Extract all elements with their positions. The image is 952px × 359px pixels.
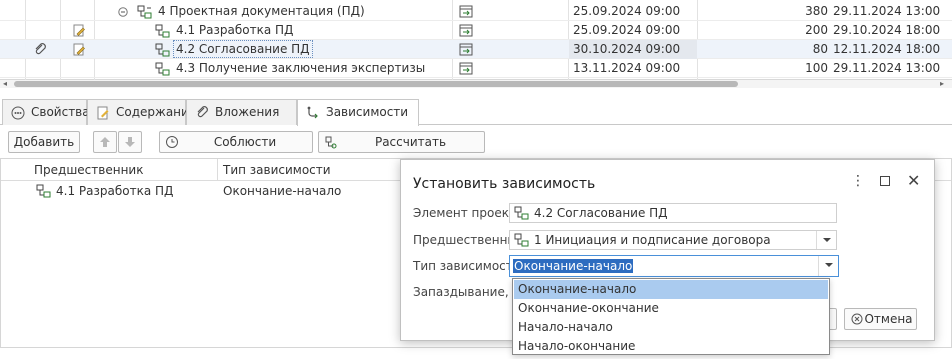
task-tree-icon	[36, 184, 51, 198]
dropdown-option[interactable]: Начало-начало	[514, 318, 828, 337]
clock-refresh-icon	[166, 136, 178, 148]
scroll-left-icon[interactable]: ◂	[3, 80, 7, 88]
tab-properties[interactable]: Свойства	[2, 99, 90, 125]
edit-note-icon	[97, 106, 109, 120]
task-tree-icon	[154, 21, 172, 40]
task-tree-icon	[136, 2, 154, 21]
dependency-type-label: Тип зависимости:	[413, 259, 525, 273]
task-start: 30.10.2024 09:00	[569, 40, 697, 59]
more-options-icon[interactable]: ⋮	[851, 173, 865, 189]
predecessor-select[interactable]: 1 Инициация и подписание договора	[509, 230, 837, 250]
chevron-down-icon[interactable]	[818, 256, 838, 276]
tab-label: Содержание	[116, 105, 197, 119]
task-tree-icon	[154, 59, 172, 78]
close-icon[interactable]: ✕	[907, 171, 920, 190]
task-tree-icon	[514, 233, 529, 247]
dependency-type-dropdown[interactable]: Окончание-начало Окончание-окончание Нач…	[512, 278, 830, 355]
table-row[interactable]: 4.3 Получение заключения экспертизы 13.1…	[0, 59, 952, 78]
calendar-icon	[458, 2, 474, 21]
task-name: 4.3 Получение заключения экспертизы	[176, 61, 426, 75]
task-tree-icon	[154, 40, 172, 59]
chevron-down-icon[interactable]	[816, 231, 836, 249]
comply-dependency-button[interactable]: Соблюсти зависимость	[159, 131, 313, 169]
tab-bar: Свойства Содержание Вложения (12) Зависи…	[0, 99, 952, 144]
element-value: 4.2 Согласование ПД	[534, 206, 668, 220]
column-header-dependency-type[interactable]: Тип зависимости	[223, 163, 331, 177]
tab-label: Свойства	[31, 105, 90, 119]
task-duration: 100	[805, 61, 828, 75]
dependency-icon	[307, 106, 318, 119]
cancel-button[interactable]: Отмена	[844, 308, 917, 330]
task-duration: 80	[812, 42, 828, 56]
task-end: 29.11.2024 13:00	[833, 61, 941, 75]
tab-attachments[interactable]: Вложения (12)	[186, 99, 297, 144]
move-down-button[interactable]	[118, 131, 142, 153]
calculate-lag-button[interactable]: Рассчитать запаздывание	[318, 131, 485, 169]
task-start: 25.09.2024 09:00	[573, 23, 681, 37]
task-start: 25.09.2024 09:00	[573, 4, 681, 18]
tab-dependencies[interactable]: Зависимости (1)	[297, 99, 419, 144]
task-end: 29.11.2024 13:00	[833, 4, 941, 18]
cancel-icon	[851, 313, 863, 325]
maximize-icon[interactable]	[880, 176, 890, 186]
predecessor-cell: 4.1 Разработка ПД	[56, 184, 174, 198]
dropdown-option[interactable]: Окончание-начало	[514, 280, 828, 299]
calendar-icon	[458, 40, 474, 59]
move-up-button[interactable]	[93, 131, 117, 153]
task-start: 13.11.2024 09:00	[573, 61, 681, 75]
cancel-label: Отмена	[864, 312, 913, 326]
task-tree-icon	[514, 206, 529, 220]
task-end: 12.11.2024 18:00	[833, 42, 941, 56]
add-button[interactable]: Добавить	[8, 131, 80, 153]
scrollbar-thumb[interactable]	[14, 81, 738, 87]
collapse-icon[interactable]	[118, 2, 128, 21]
dependency-type-cell: Окончание-начало	[223, 184, 342, 198]
calendar-icon	[458, 59, 474, 78]
task-name: 4.2 Согласование ПД	[173, 40, 313, 58]
dialog-title: Установить зависимость	[413, 176, 596, 192]
dependency-type-value: Окончание-начало	[513, 259, 634, 273]
dependency-type-select[interactable]: Окончание-начало	[509, 255, 839, 277]
arrow-down-icon	[125, 137, 135, 147]
lag-label: Запаздывание, ч:	[413, 285, 524, 299]
element-field: 4.2 Согласование ПД	[509, 203, 837, 223]
scroll-right-icon[interactable]: ▸	[940, 80, 944, 88]
calendar-icon	[458, 21, 474, 40]
horizontal-scrollbar[interactable]: ◂ ▸	[0, 80, 952, 88]
edit-note-icon	[72, 40, 86, 59]
calculate-icon	[325, 136, 337, 149]
paperclip-icon	[33, 40, 47, 59]
table-row[interactable]: 4 Проектная документация (ПД) 25.09.2024…	[0, 2, 952, 21]
dropdown-option[interactable]: Начало-окончание	[514, 337, 828, 356]
task-duration: 380	[805, 4, 828, 18]
edit-note-icon	[72, 21, 86, 40]
ellipsis-circle-icon	[11, 106, 25, 120]
paperclip-icon	[197, 106, 208, 118]
arrow-up-icon	[100, 137, 110, 147]
task-end: 29.10.2024 18:00	[833, 23, 941, 37]
task-name: 4.1 Разработка ПД	[176, 23, 294, 37]
table-row[interactable]: 4.1 Разработка ПД 25.09.2024 09:00 200 2…	[0, 21, 952, 40]
tab-content[interactable]: Содержание	[87, 99, 196, 125]
task-name: 4 Проектная документация (ПД)	[158, 4, 365, 18]
dropdown-option[interactable]: Окончание-окончание	[514, 299, 828, 318]
predecessor-value: 1 Инициация и подписание договора	[534, 233, 771, 247]
column-header-predecessor[interactable]: Предшественник	[34, 163, 143, 177]
task-duration: 200	[805, 23, 828, 37]
task-grid: 4 Проектная документация (ПД) 25.09.2024…	[0, 0, 952, 80]
table-row-selected[interactable]: 4.2 Согласование ПД 30.10.2024 09:00 80 …	[0, 40, 952, 59]
